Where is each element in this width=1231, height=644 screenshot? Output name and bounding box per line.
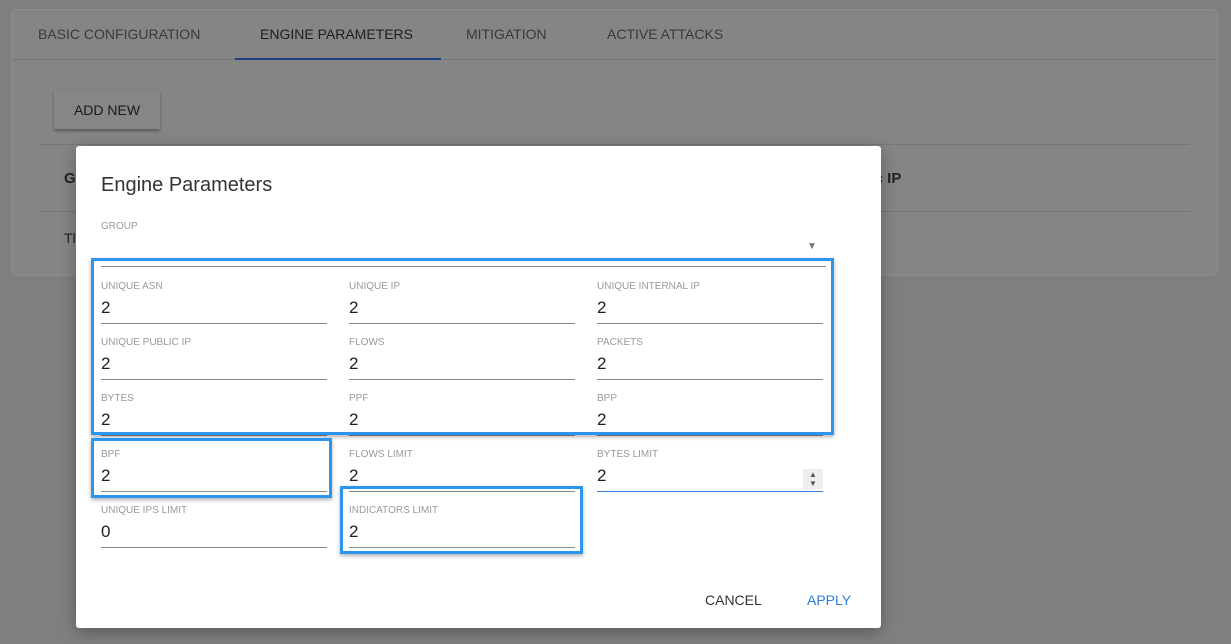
ppf-input[interactable]: 2 — [349, 410, 358, 430]
unique-asn-label: UNIQUE ASN — [101, 281, 163, 292]
flows-field[interactable]: FLOWS 2 — [349, 337, 575, 389]
input-underline — [349, 547, 575, 548]
table-row-first: Tl — [64, 230, 76, 246]
unique-public-ip-label: UNIQUE PUBLIC IP — [101, 337, 192, 348]
unique-public-ip-field[interactable]: UNIQUE PUBLIC IP 2 — [101, 337, 327, 389]
input-underline — [101, 435, 327, 436]
input-underline — [101, 379, 327, 380]
unique-ips-limit-field[interactable]: UNIQUE IPS LIMIT 0 — [101, 505, 327, 557]
indicators-limit-label: INDICATORS LIMIT — [349, 505, 439, 516]
number-spinner-icon[interactable]: ▲ ▼ — [803, 469, 823, 489]
bytes-label: BYTES — [101, 393, 134, 404]
input-underline — [101, 323, 327, 324]
bytes-limit-field[interactable]: BYTES LIMIT 2 ▲ ▼ — [597, 449, 823, 501]
divider — [39, 144, 1190, 145]
bpf-input[interactable]: 2 — [101, 466, 110, 486]
bpp-field[interactable]: BPP 2 — [597, 393, 823, 445]
unique-asn-input[interactable]: 2 — [101, 298, 110, 318]
bytes-field[interactable]: BYTES 2 — [101, 393, 327, 445]
apply-button[interactable]: APPLY — [807, 592, 851, 608]
unique-asn-field[interactable]: UNIQUE ASN 2 — [101, 281, 327, 333]
indicators-limit-field[interactable]: INDICATORS LIMIT 2 — [349, 505, 575, 557]
bpp-input[interactable]: 2 — [597, 410, 606, 430]
bpf-field[interactable]: BPF 2 — [101, 449, 327, 501]
packets-label: PACKETS — [597, 337, 643, 348]
unique-internal-ip-input[interactable]: 2 — [597, 298, 606, 318]
unique-ip-input[interactable]: 2 — [349, 298, 358, 318]
flows-input[interactable]: 2 — [349, 354, 358, 374]
tab-bar: BASIC CONFIGURATION ENGINE PARAMETERS MI… — [12, 10, 1217, 60]
packets-input[interactable]: 2 — [597, 354, 606, 374]
table-header-first: G — [64, 170, 76, 187]
flows-limit-input[interactable]: 2 — [349, 466, 358, 486]
input-underline — [597, 379, 823, 380]
input-underline — [349, 491, 575, 492]
add-new-button[interactable]: ADD NEW — [54, 91, 160, 129]
input-underline — [101, 491, 327, 492]
unique-public-ip-input[interactable]: 2 — [101, 354, 110, 374]
unique-ips-limit-label: UNIQUE IPS LIMIT — [101, 505, 188, 516]
cancel-button[interactable]: CANCEL — [705, 592, 762, 608]
unique-ip-label: UNIQUE IP — [349, 281, 401, 292]
engine-parameters-dialog: Engine Parameters GROUP ▼ UNIQUE ASN 2 UNI… — [76, 146, 881, 628]
bpf-label: BPF — [101, 449, 121, 460]
dialog-title: Engine Parameters — [101, 174, 273, 196]
flows-limit-field[interactable]: FLOWS LIMIT 2 — [349, 449, 575, 501]
tab-engine-parameters[interactable]: ENGINE PARAMETERS — [260, 26, 413, 42]
indicators-limit-input[interactable]: 2 — [349, 522, 358, 542]
input-underline — [349, 435, 575, 436]
input-underline — [349, 323, 575, 324]
tab-basic-configuration[interactable]: BASIC CONFIGURATION — [38, 26, 200, 42]
ppf-label: PPF — [349, 393, 369, 404]
unique-internal-ip-label: UNIQUE INTERNAL IP — [597, 281, 700, 292]
input-underline — [597, 491, 823, 492]
ppf-field[interactable]: PPF 2 — [349, 393, 575, 445]
unique-internal-ip-field[interactable]: UNIQUE INTERNAL IP 2 — [597, 281, 823, 333]
unique-ips-limit-input[interactable]: 0 — [101, 522, 110, 542]
unique-ip-field[interactable]: UNIQUE IP 2 — [349, 281, 575, 333]
input-underline — [349, 379, 575, 380]
bpp-label: BPP — [597, 393, 618, 404]
flows-limit-label: FLOWS LIMIT — [349, 449, 413, 460]
group-select[interactable] — [101, 234, 826, 266]
input-underline — [597, 323, 823, 324]
input-underline — [597, 435, 823, 436]
dropdown-arrow-icon[interactable]: ▼ — [807, 241, 817, 252]
tab-active-attacks[interactable]: ACTIVE ATTACKS — [607, 26, 723, 42]
bytes-limit-input[interactable]: 2 — [597, 466, 606, 486]
group-label: GROUP — [101, 221, 138, 232]
flows-label: FLOWS — [349, 337, 385, 348]
group-underline — [101, 266, 826, 267]
bytes-input[interactable]: 2 — [101, 410, 110, 430]
active-tab-indicator — [235, 58, 441, 60]
bytes-limit-label: BYTES LIMIT — [597, 449, 659, 460]
packets-field[interactable]: PACKETS 2 — [597, 337, 823, 389]
tab-mitigation[interactable]: MITIGATION — [466, 26, 547, 42]
input-underline — [101, 547, 327, 548]
